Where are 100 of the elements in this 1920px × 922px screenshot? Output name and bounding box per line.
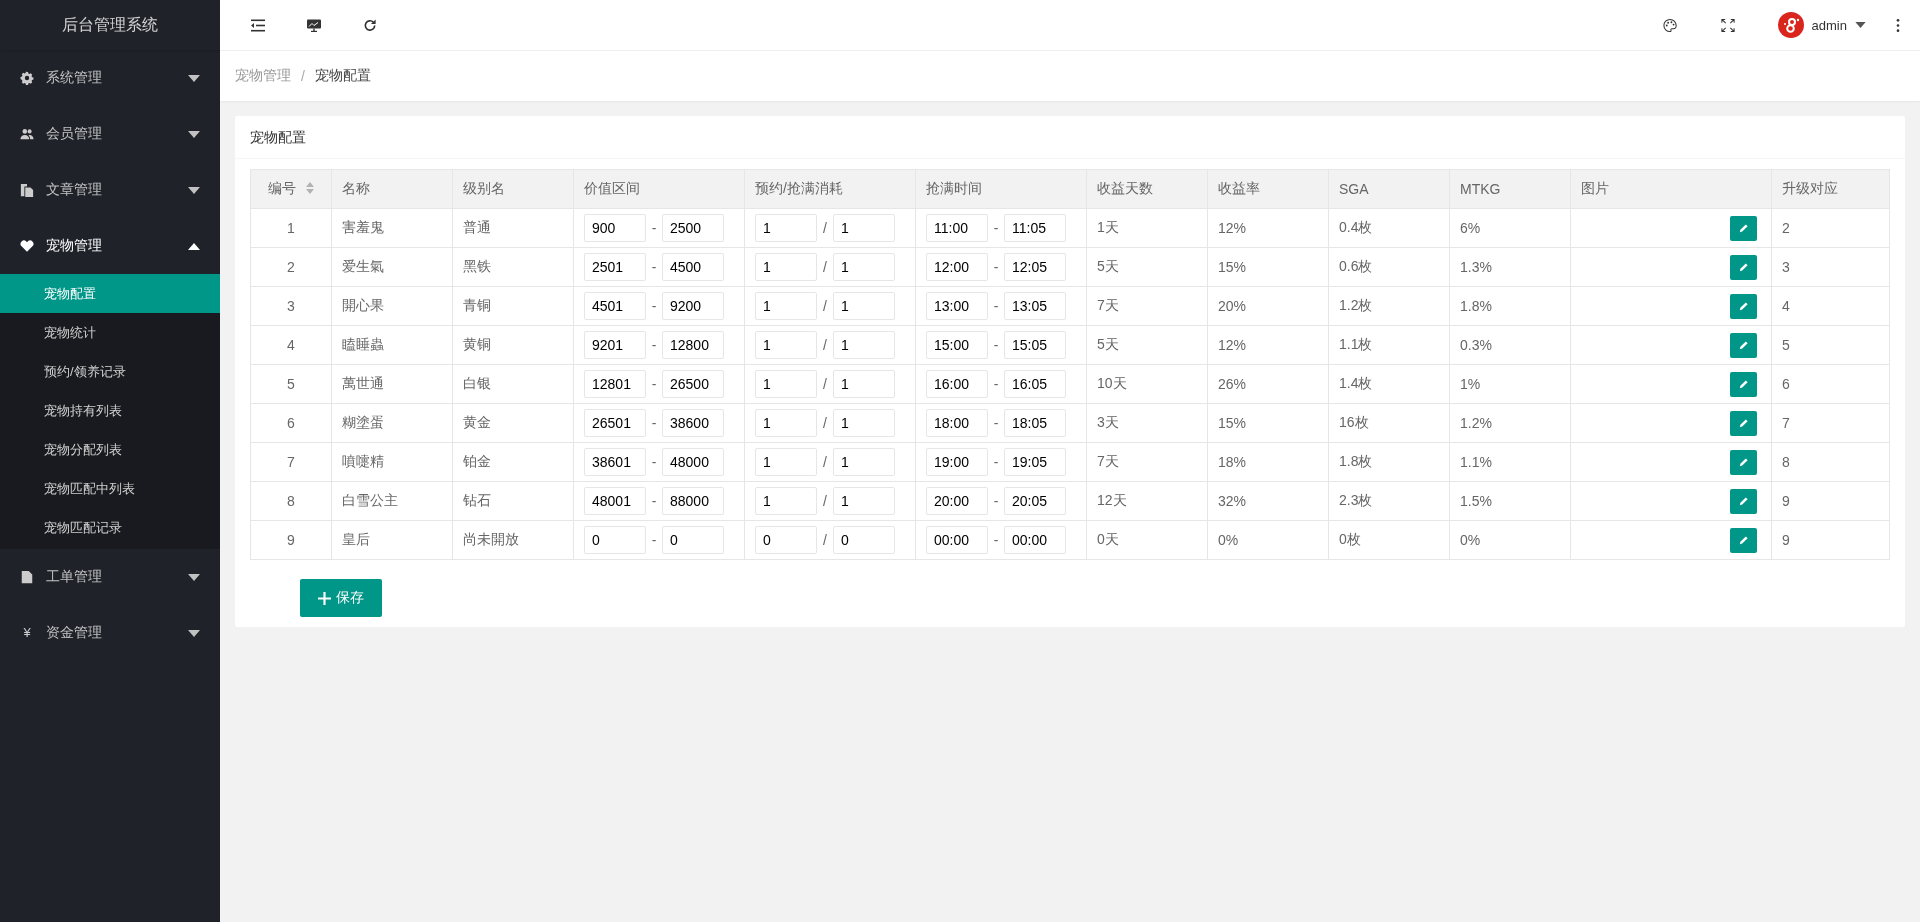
documents-icon — [20, 183, 34, 197]
input-field[interactable]: 1 — [833, 448, 895, 476]
input-field[interactable]: 16:05 — [1004, 370, 1066, 398]
edit-button[interactable] — [1730, 371, 1757, 397]
more-icon[interactable] — [1896, 17, 1900, 33]
nav-item[interactable]: 会员管理 — [0, 106, 220, 162]
nav-subitem[interactable]: 预约/领养记录 — [0, 352, 220, 391]
input-field[interactable]: 26501 — [584, 409, 646, 437]
nav-item[interactable]: 工单管理 — [0, 549, 220, 605]
caret-down-icon[interactable] — [1855, 22, 1866, 28]
input-field[interactable]: 15:05 — [1004, 331, 1066, 359]
input-field[interactable]: 1 — [833, 331, 895, 359]
menu-collapse-icon[interactable] — [250, 17, 266, 33]
table-cell: 0% — [1449, 520, 1571, 560]
input-field[interactable]: 1 — [755, 409, 817, 437]
input-field[interactable]: 12:00 — [926, 253, 988, 281]
input-field[interactable]: 26500 — [662, 370, 724, 398]
input-field[interactable]: 20:00 — [926, 487, 988, 515]
input-field[interactable]: 1 — [755, 370, 817, 398]
input-field[interactable]: 1 — [755, 331, 817, 359]
fullscreen-icon[interactable] — [1719, 17, 1736, 33]
input-field[interactable]: 1 — [833, 214, 895, 242]
column-header[interactable]: 编号 — [250, 169, 332, 209]
edit-button[interactable] — [1730, 215, 1757, 241]
input-field[interactable]: 1 — [833, 370, 895, 398]
input-field[interactable]: 1 — [755, 253, 817, 281]
table-cell: 0枚 — [1328, 520, 1450, 560]
nav-subitem[interactable]: 宠物分配列表 — [0, 430, 220, 469]
input-field[interactable]: 48001 — [584, 487, 646, 515]
input-field[interactable]: 1 — [755, 448, 817, 476]
input-field[interactable]: 16:00 — [926, 370, 988, 398]
save-button[interactable]: 保存 — [300, 579, 382, 617]
edit-button[interactable] — [1730, 332, 1757, 358]
nav-item[interactable]: 系统管理 — [0, 50, 220, 106]
nav-subitem[interactable]: 宠物匹配中列表 — [0, 469, 220, 508]
input-field[interactable]: 19:00 — [926, 448, 988, 476]
edit-button[interactable] — [1730, 410, 1757, 436]
input-field[interactable]: 15:00 — [926, 331, 988, 359]
input-field[interactable]: 0 — [833, 526, 895, 554]
edit-button[interactable] — [1730, 449, 1757, 475]
monitor-icon[interactable] — [306, 17, 322, 33]
nav-item[interactable]: 文章管理 — [0, 162, 220, 218]
nav-item[interactable]: ¥ 资金管理 — [0, 605, 220, 661]
input-field[interactable]: 900 — [584, 214, 646, 242]
nav-item[interactable]: 宠物管理 — [0, 218, 220, 274]
breadcrumb-link[interactable]: 宠物配置 — [314, 67, 371, 85]
input-field[interactable]: 2500 — [662, 214, 724, 242]
nav-subitem[interactable]: 宠物匹配记录 — [0, 508, 220, 547]
table-cell: 5天 — [1086, 247, 1208, 287]
input-field[interactable]: 2501 — [584, 253, 646, 281]
edit-button[interactable] — [1730, 527, 1757, 553]
app-title: 后台管理系统 — [0, 0, 220, 50]
input-field[interactable]: 18:00 — [926, 409, 988, 437]
input-field[interactable]: 38600 — [662, 409, 724, 437]
input-field[interactable]: 1 — [833, 487, 895, 515]
caret-down-icon — [188, 629, 200, 637]
input-field[interactable]: 1 — [833, 292, 895, 320]
sort-icon[interactable] — [306, 182, 314, 194]
input-field[interactable]: 1 — [755, 214, 817, 242]
input-field[interactable]: 9200 — [662, 292, 724, 320]
input-field[interactable]: 00:00 — [1004, 526, 1066, 554]
input-field[interactable]: 19:05 — [1004, 448, 1066, 476]
table-cell: 白雪公主 — [331, 481, 453, 521]
input-field[interactable]: 88000 — [662, 487, 724, 515]
input-field[interactable]: 9201 — [584, 331, 646, 359]
input-field[interactable]: 1 — [833, 253, 895, 281]
input-field[interactable]: 4500 — [662, 253, 724, 281]
input-field[interactable]: 4501 — [584, 292, 646, 320]
edit-button[interactable] — [1730, 254, 1757, 280]
input-field[interactable]: 13:05 — [1004, 292, 1066, 320]
refresh-icon[interactable] — [362, 17, 378, 33]
edit-button[interactable] — [1730, 488, 1757, 514]
nav-subitem[interactable]: 宠物配置 — [0, 274, 220, 313]
input-field[interactable]: 0 — [755, 526, 817, 554]
input-field[interactable]: 1 — [833, 409, 895, 437]
edit-button[interactable] — [1730, 293, 1757, 319]
input-field[interactable]: 12800 — [662, 331, 724, 359]
palette-icon[interactable] — [1661, 17, 1678, 33]
input-field[interactable]: 12:05 — [1004, 253, 1066, 281]
table-cell: 9 — [1771, 520, 1890, 560]
table-cell: 6% — [1449, 208, 1571, 248]
document-icon — [20, 570, 34, 584]
input-field[interactable]: 0 — [662, 526, 724, 554]
input-field[interactable]: 12801 — [584, 370, 646, 398]
input-field[interactable]: 0 — [584, 526, 646, 554]
avatar-icon[interactable] — [1777, 12, 1804, 38]
input-field[interactable]: 1 — [755, 487, 817, 515]
input-field[interactable]: 00:00 — [926, 526, 988, 554]
input-field[interactable]: 20:05 — [1004, 487, 1066, 515]
input-field[interactable]: 13:00 — [926, 292, 988, 320]
separator-text: / — [822, 376, 828, 392]
input-field[interactable]: 11:05 — [1004, 214, 1066, 242]
input-field[interactable]: 18:05 — [1004, 409, 1066, 437]
input-field[interactable]: 48000 — [662, 448, 724, 476]
input-field[interactable]: 38601 — [584, 448, 646, 476]
nav-subitem[interactable]: 宠物持有列表 — [0, 391, 220, 430]
input-field[interactable]: 11:00 — [926, 214, 988, 242]
input-field[interactable]: 1 — [755, 292, 817, 320]
nav-subitem[interactable]: 宠物统计 — [0, 313, 220, 352]
user-name[interactable]: admin — [1811, 17, 1847, 33]
